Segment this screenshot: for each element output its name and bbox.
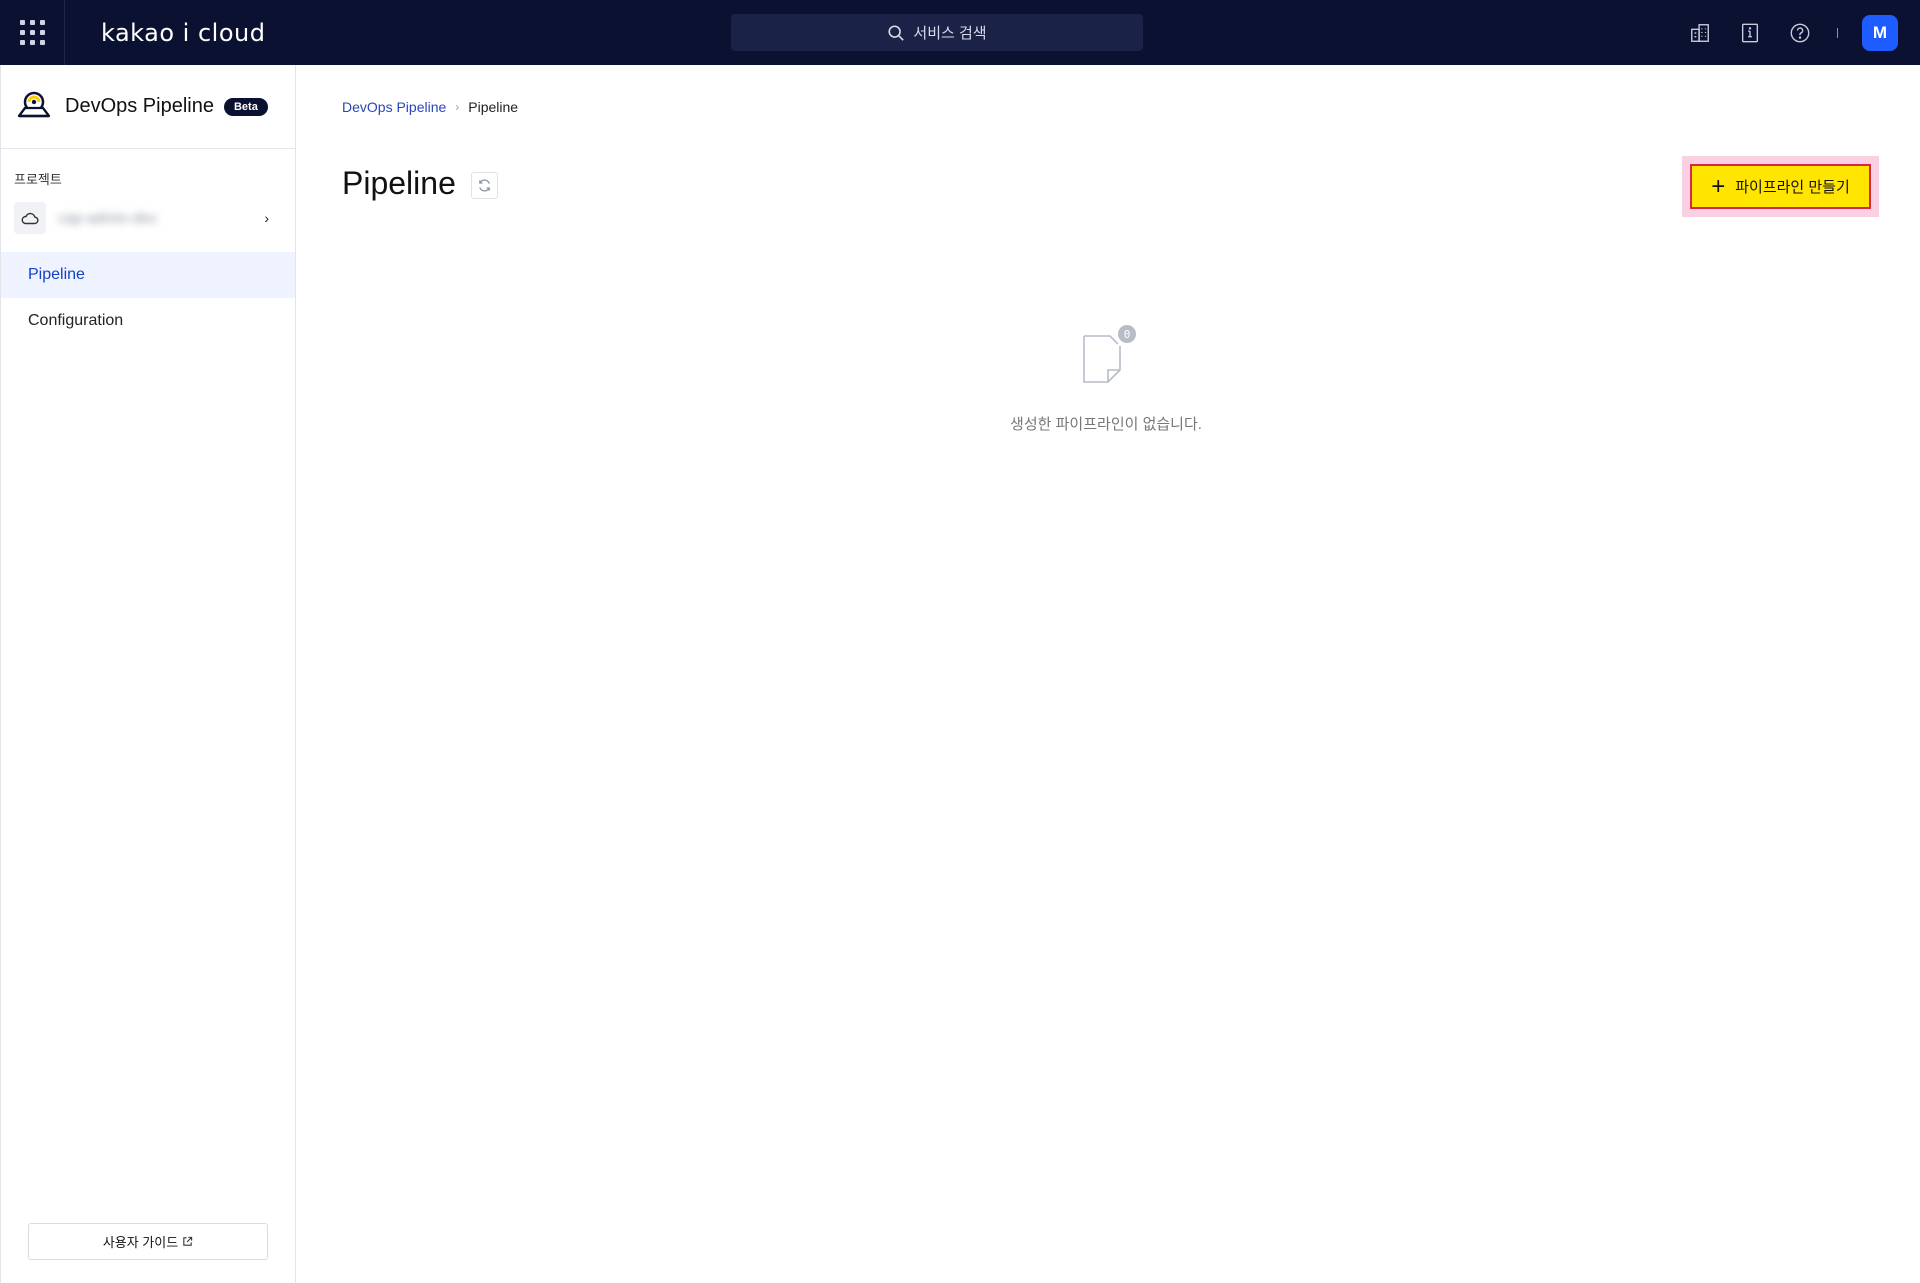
create-pipeline-button[interactable]: + 파이프라인 만들기 [1690, 164, 1871, 209]
user-guide-label: 사용자 가이드 [102, 1235, 179, 1250]
external-link-icon [183, 1236, 193, 1246]
service-title: DevOps Pipeline [65, 95, 214, 117]
search-placeholder: 서비스 검색 [913, 25, 987, 42]
divider [1837, 27, 1838, 38]
user-guide-button[interactable]: 사용자 가이드 [28, 1223, 268, 1260]
main-content: DevOps Pipeline › Pipeline Pipeline + 파이… [296, 65, 1920, 1283]
apps-grid-icon[interactable] [0, 0, 65, 65]
building-icon[interactable] [1687, 20, 1713, 46]
beta-badge: Beta [223, 97, 268, 116]
service-header: DevOps Pipeline Beta [1, 65, 295, 149]
empty-message: 생성한 파이프라인이 없습니다. [1010, 416, 1202, 433]
sidebar: DevOps Pipeline Beta 프로젝트 cap-admin-dev … [0, 65, 296, 1283]
top-navigation-bar: kakao i cloud 서비스 검색 M [0, 0, 1920, 65]
breadcrumb-current: Pipeline [468, 99, 519, 115]
breadcrumb-link-devops-pipeline[interactable]: DevOps Pipeline [342, 99, 446, 115]
kakao-cloud-logo[interactable]: kakao i cloud [101, 19, 265, 47]
service-search-input[interactable]: 서비스 검색 [731, 14, 1143, 51]
create-pipeline-label: 파이프라인 만들기 [1735, 179, 1850, 196]
breadcrumb: DevOps Pipeline › Pipeline [342, 99, 518, 115]
sidebar-nav: Pipeline Configuration [1, 252, 295, 344]
empty-state: 0 생성한 파이프라인이 없습니다. [996, 324, 1216, 434]
refresh-button[interactable] [471, 172, 498, 199]
empty-document-icon: 0 [1076, 324, 1136, 399]
devops-pipeline-logo-icon [17, 89, 51, 124]
document-info-icon[interactable] [1737, 20, 1763, 46]
help-icon[interactable] [1787, 20, 1813, 46]
sidebar-item-configuration[interactable]: Configuration [1, 298, 295, 344]
search-icon [888, 24, 905, 41]
project-label: 프로젝트 [14, 172, 62, 187]
project-name: cap-admin-dev [58, 209, 158, 227]
chevron-right-icon: › [455, 100, 460, 114]
sidebar-item-pipeline[interactable]: Pipeline [1, 252, 295, 298]
project-selector[interactable]: cap-admin-dev › [14, 202, 283, 234]
plus-icon: + [1711, 172, 1726, 200]
page-title: Pipeline [342, 165, 456, 201]
create-button-highlight: + 파이프라인 만들기 [1682, 156, 1879, 217]
cloud-icon [14, 202, 46, 234]
refresh-icon [479, 179, 490, 192]
chevron-right-icon: › [264, 210, 269, 226]
empty-count: 0 [1124, 328, 1131, 341]
user-avatar[interactable]: M [1862, 14, 1898, 51]
